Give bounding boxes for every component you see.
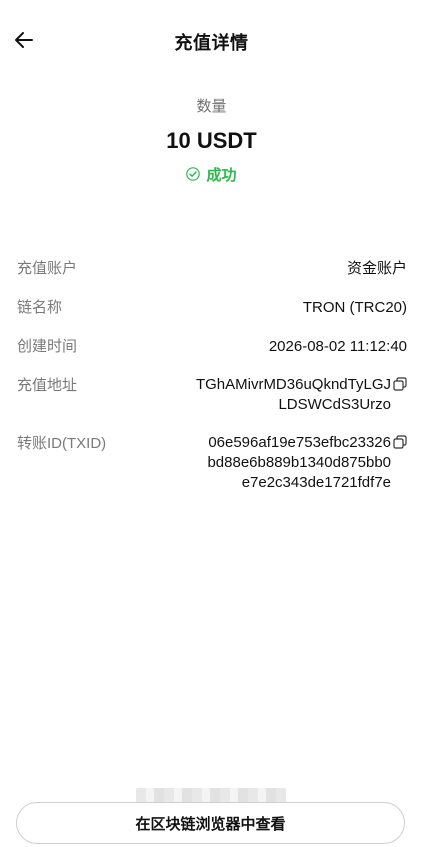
check-circle-icon (186, 167, 201, 181)
header: 充值详情 (0, 0, 423, 80)
account-label: 充值账户 (17, 260, 78, 277)
copy-icon[interactable] (393, 377, 407, 391)
status-text: 成功 (206, 166, 237, 184)
detail-row-chain: 链名称 TRON (TRC20) (17, 297, 407, 318)
txid-line: e7e2c343de1721fdf7e (241, 474, 391, 491)
address-line: TGhAMivrMD36uQkndTyLGJ (195, 376, 391, 393)
txid-line: bd88e6b889b1340d875bb0 (207, 454, 391, 471)
details-list: 充值账户 资金账户 链名称 TRON (TRC20) 创建时间 2026-08-… (17, 258, 407, 511)
address-label: 充值地址 (17, 377, 78, 394)
status-badge: 成功 (186, 163, 237, 185)
time-label: 创建时间 (17, 338, 78, 355)
time-value: 2026-08-02 11:12:40 (268, 338, 407, 355)
txid-value: 06e596af19e753efbc23326 bd88e6b889b1340d… (207, 433, 407, 493)
view-in-explorer-button[interactable]: 在区块链浏览器中查看 (16, 802, 405, 844)
txid-label: 转账ID(TXID) (17, 435, 107, 452)
deposit-summary: 数量 10 USDT 成功 (0, 96, 423, 186)
page-title: 充值详情 (174, 33, 249, 53)
account-value: 资金账户 (346, 260, 407, 277)
detail-row-txid: 转账ID(TXID) 06e596af19e753efbc23326 bd88e… (17, 433, 407, 493)
amount-label: 数量 (196, 98, 227, 115)
address-line: LDSWCdS3Urzo (278, 396, 391, 413)
detail-row-address: 充值地址 TGhAMivrMD36uQkndTyLGJ LDSWCdS3Urzo (17, 375, 407, 415)
chain-label: 链名称 (17, 299, 63, 316)
txid-line: 06e596af19e753efbc23326 (208, 434, 391, 451)
detail-row-time: 创建时间 2026-08-02 11:12:40 (17, 336, 407, 357)
detail-row-account: 充值账户 资金账户 (17, 258, 407, 279)
amount-value: 10 USDT (166, 128, 257, 153)
chain-value: TRON (TRC20) (302, 299, 407, 316)
copy-icon[interactable] (393, 435, 407, 449)
address-value: TGhAMivrMD36uQkndTyLGJ LDSWCdS3Urzo (196, 375, 407, 415)
